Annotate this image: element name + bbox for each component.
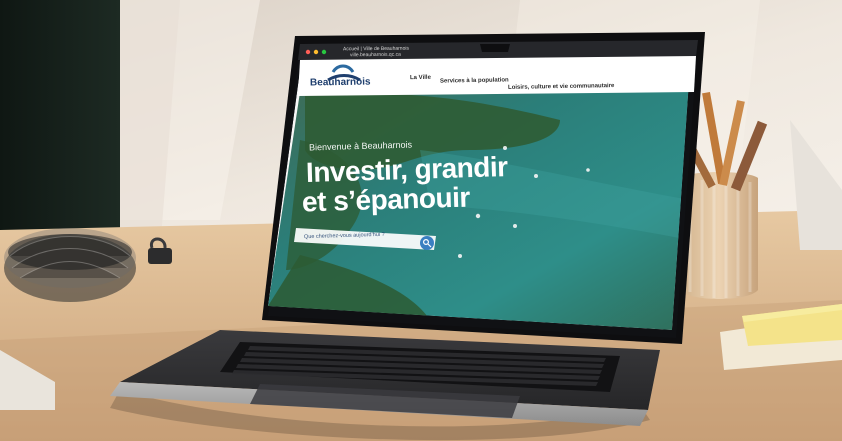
minimize-icon	[313, 49, 319, 55]
search-icon-bg	[420, 236, 434, 250]
camera-notch	[480, 44, 510, 52]
site-header	[298, 56, 696, 96]
binder-clip	[148, 248, 172, 264]
left-dark-object	[0, 0, 120, 250]
zoom-icon	[321, 49, 327, 55]
photo-scene	[0, 0, 842, 441]
close-icon	[305, 49, 311, 55]
